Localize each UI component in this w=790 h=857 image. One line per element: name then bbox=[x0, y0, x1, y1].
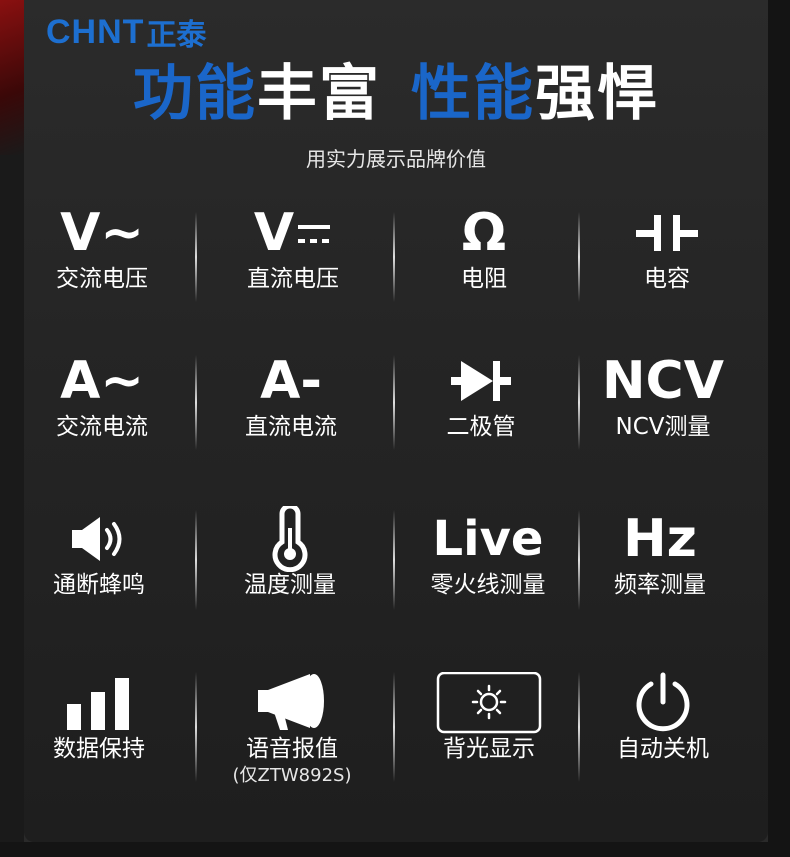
ncv-icon: NCV bbox=[602, 351, 724, 411]
feature-capacitance: 电容 bbox=[574, 202, 760, 294]
feature-note: (仅ZTW892S) bbox=[232, 765, 352, 786]
ac-voltage-icon: V~ bbox=[60, 203, 144, 263]
column-divider bbox=[195, 510, 197, 610]
feature-label: 二极管 bbox=[446, 414, 516, 440]
feature-resistance: Ω 电阻 bbox=[391, 202, 577, 294]
feature-label: 频率测量 bbox=[614, 572, 706, 598]
dc-current-icon: A- bbox=[260, 351, 322, 411]
feature-label: 电阻 bbox=[461, 266, 507, 292]
column-divider bbox=[578, 510, 580, 610]
feature-label: 交流电流 bbox=[56, 414, 148, 440]
feature-dc-voltage: V 直流电压 bbox=[200, 202, 386, 294]
feature-ac-voltage: V~ 交流电压 bbox=[9, 202, 195, 294]
column-divider bbox=[578, 672, 580, 782]
column-divider bbox=[393, 672, 395, 782]
feature-label: 温度测量 bbox=[244, 572, 336, 598]
background-bottom-strip bbox=[0, 842, 790, 857]
feature-label: 零火线测量 bbox=[430, 572, 546, 598]
column-divider bbox=[195, 672, 197, 782]
column-divider bbox=[195, 212, 197, 302]
speaker-icon bbox=[6, 508, 192, 570]
feature-continuity: 通断蜂鸣 bbox=[6, 508, 192, 600]
feature-data-hold: 数据保持 bbox=[6, 672, 192, 764]
megaphone-icon bbox=[199, 672, 385, 734]
ohm-icon: Ω bbox=[461, 203, 507, 263]
capacitor-icon bbox=[574, 202, 760, 264]
live-icon: Live bbox=[432, 511, 544, 567]
feature-label: NCV测量 bbox=[615, 414, 711, 440]
feature-label: 自动关机 bbox=[617, 736, 709, 762]
column-divider bbox=[393, 355, 395, 450]
feature-ncv: NCV NCV测量 bbox=[570, 350, 756, 442]
background-right-strip bbox=[768, 0, 790, 857]
feature-diode: 二极管 bbox=[388, 350, 574, 442]
feature-voice-readout: 语音报值 (仅ZTW892S) bbox=[199, 672, 385, 788]
feature-ac-current: A~ 交流电流 bbox=[9, 350, 195, 442]
backlight-icon bbox=[396, 672, 582, 734]
feature-grid: V~ 交流电压 V 直流电压 Ω 电阻 电容 A~ 交流电流 A- 直流电流 二… bbox=[24, 0, 768, 842]
column-divider bbox=[393, 212, 395, 302]
dc-voltage-icon: V bbox=[200, 202, 386, 264]
ac-current-icon: A~ bbox=[60, 351, 144, 411]
feature-frequency: Hz 频率测量 bbox=[567, 508, 753, 600]
feature-backlight: 背光显示 bbox=[396, 672, 582, 764]
feature-live-wire: Live 零火线测量 bbox=[395, 508, 581, 600]
feature-panel: CHNT 正泰 功能丰富 性能强悍 用实力展示品牌价值 V~ 交流电压 V 直流电… bbox=[24, 0, 768, 842]
feature-label: 交流电压 bbox=[56, 266, 148, 292]
column-divider bbox=[393, 510, 395, 610]
feature-label: 数据保持 bbox=[53, 736, 145, 762]
background-red-photo-edge bbox=[0, 0, 24, 155]
feature-label: 通断蜂鸣 bbox=[53, 572, 145, 598]
diode-icon bbox=[388, 350, 574, 412]
feature-label: 直流电流 bbox=[245, 414, 337, 440]
feature-label: 电容 bbox=[644, 266, 690, 292]
feature-label: 背光显示 bbox=[443, 736, 535, 762]
feature-label: 直流电压 bbox=[247, 266, 339, 292]
feature-dc-current: A- 直流电流 bbox=[198, 350, 384, 442]
power-icon bbox=[570, 672, 756, 734]
column-divider bbox=[578, 212, 580, 302]
feature-label: 语音报值 bbox=[246, 736, 338, 762]
hz-icon: Hz bbox=[623, 509, 697, 569]
feature-temperature: 温度测量 bbox=[197, 506, 383, 600]
bar-chart-icon bbox=[6, 672, 192, 734]
column-divider bbox=[578, 355, 580, 450]
feature-auto-power-off: 自动关机 bbox=[570, 672, 756, 764]
thermometer-icon bbox=[197, 506, 383, 572]
column-divider bbox=[195, 355, 197, 450]
